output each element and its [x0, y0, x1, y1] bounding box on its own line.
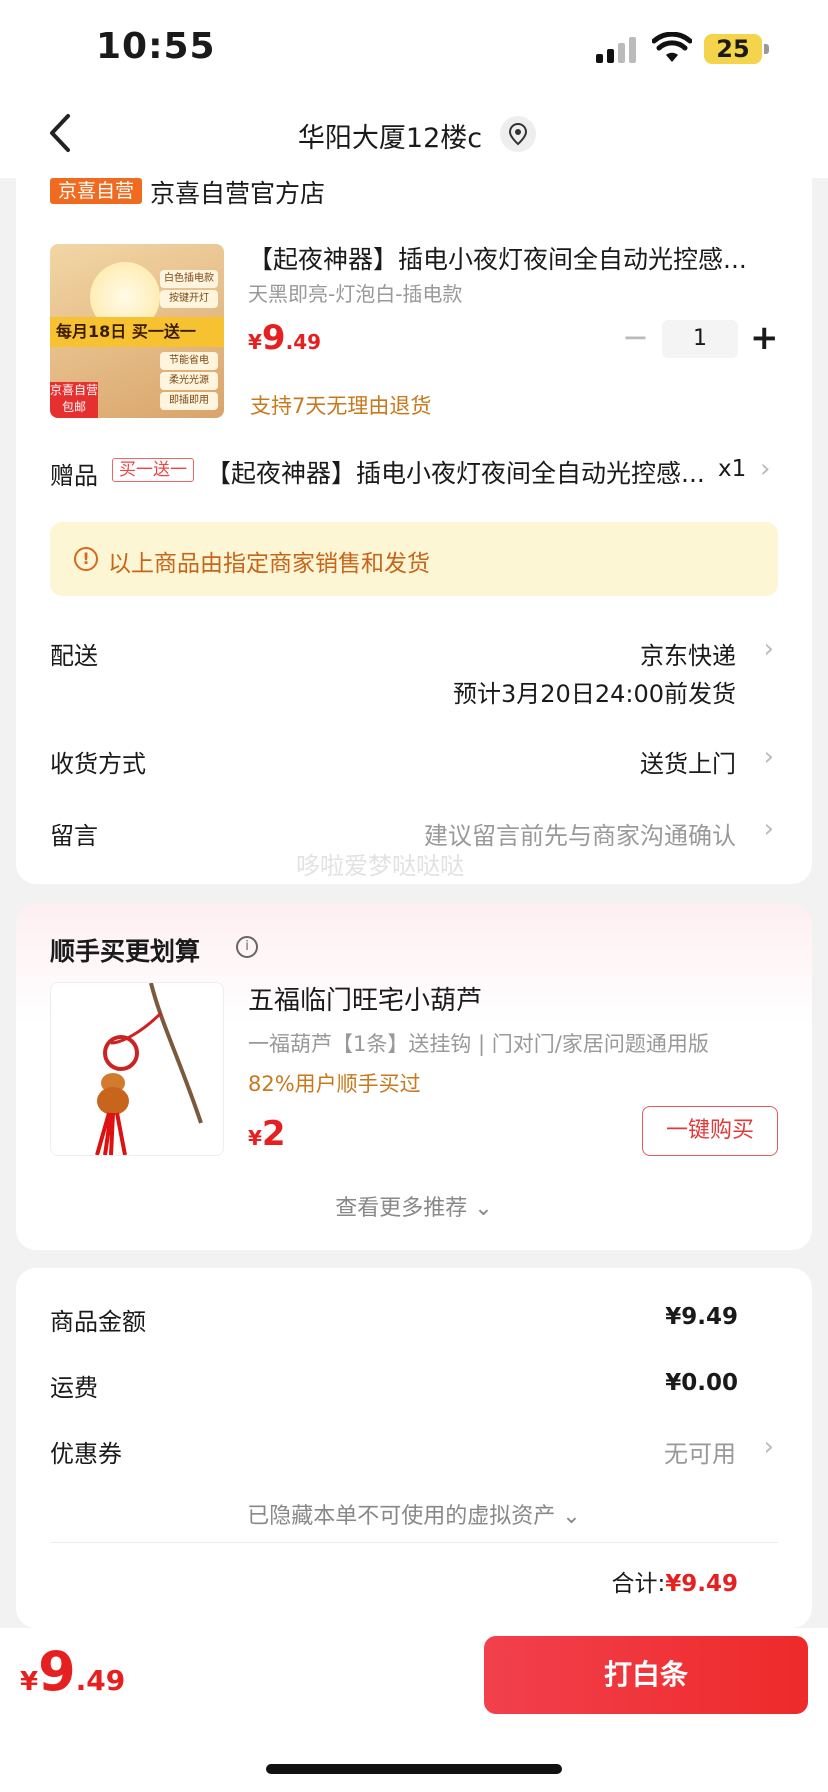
price-decimal: .49: [75, 1664, 126, 1697]
address-text: 华阳大厦12楼c: [297, 123, 483, 154]
shipping-fee-label: 运费: [50, 1374, 98, 1402]
currency-symbol: ¥: [248, 330, 262, 354]
order-total: 合计:¥9.49: [611, 1564, 738, 1598]
price-integer: 9: [38, 1640, 76, 1703]
coupon-label: 优惠券: [50, 1440, 122, 1468]
image-badge: 按键开灯: [160, 290, 218, 308]
info-icon[interactable]: i: [236, 936, 258, 958]
wifi-icon: [652, 32, 692, 62]
currency-symbol: ¥: [248, 1126, 262, 1150]
product-price: ¥9.49: [248, 318, 321, 358]
price-integer: 9: [261, 318, 286, 358]
store-badge: 京喜自营: [50, 178, 143, 204]
chevron-right-icon[interactable]: ›: [764, 742, 774, 772]
battery-icon: 25: [704, 34, 762, 64]
image-badge: 即插即用: [160, 392, 218, 410]
return-policy: 支持7天无理由退货: [250, 394, 432, 418]
total-label: 合计:: [611, 1571, 666, 1597]
battery-tip: [764, 44, 769, 54]
message-input[interactable]: 建议留言前先与商家沟通确认: [424, 816, 736, 851]
address-title[interactable]: 华阳大厦12楼c: [0, 116, 828, 155]
recommendation-price: ¥2: [248, 1114, 286, 1154]
image-ship-tag: 京喜自营 包邮: [50, 382, 98, 418]
recommendation-title: 顺手买更划算: [50, 937, 201, 966]
gift-label: 赠品: [50, 462, 98, 490]
price-integer: 2: [261, 1114, 286, 1154]
currency-symbol: ¥: [20, 1667, 39, 1697]
quantity-input[interactable]: 1: [662, 320, 738, 358]
gourd-tassel-illustration: [95, 983, 203, 1155]
watermark: 哆啦爱梦哒哒哒: [296, 852, 464, 880]
chevron-right-icon[interactable]: ›: [760, 454, 770, 484]
image-badge: 白色插电款: [160, 270, 218, 288]
recommendation-spec[interactable]: 一福葫芦【1条】送挂钩 | 门对门/家居问题通用版: [248, 1028, 778, 1058]
see-more-recommendations[interactable]: 查看更多推荐 ⌄: [0, 1190, 828, 1222]
status-time: 10:55: [96, 26, 216, 67]
coupon-value[interactable]: 无可用: [664, 1434, 736, 1469]
seller-notice-text: 以上商品由指定商家销售和发货: [108, 551, 430, 577]
delivery-estimate: 预计3月20日24:00前发货: [453, 680, 736, 708]
delivery-label: 配送: [50, 642, 98, 670]
receive-method-label: 收货方式: [50, 750, 146, 778]
price-decimal: .49: [285, 330, 322, 354]
recommendation-social-proof: 82%用户顺手买过: [248, 1072, 421, 1096]
store-name[interactable]: 京喜自营官方店: [150, 174, 325, 210]
product-spec[interactable]: 天黑即亮-灯泡白-插电款: [248, 278, 462, 307]
quantity-plus-button[interactable]: +: [750, 320, 779, 358]
home-indicator[interactable]: [266, 1764, 562, 1774]
gift-quantity: x1: [714, 456, 747, 482]
image-badge: 柔光光源: [160, 372, 218, 390]
goods-amount-label: 商品金额: [50, 1308, 146, 1336]
info-icon: !: [74, 547, 98, 571]
recommendation-name[interactable]: 五福临门旺宅小葫芦: [248, 980, 482, 1017]
cellular-signal-icon: [596, 37, 636, 63]
divider: [50, 1542, 778, 1543]
shipping-fee-value: ¥0.00: [665, 1370, 738, 1396]
message-label: 留言: [50, 822, 98, 850]
quantity-minus-button[interactable]: −: [622, 321, 649, 353]
checkout-price: ¥9.49: [20, 1640, 125, 1703]
hidden-assets-toggle[interactable]: 已隐藏本单不可使用的虚拟资产 ⌄: [0, 1498, 828, 1530]
gift-title[interactable]: 【起夜神器】插电小夜灯夜间全自动光控感...: [206, 454, 736, 490]
recommendation-image[interactable]: [50, 982, 224, 1156]
image-badge: 节能省电: [160, 352, 218, 370]
location-pin-icon[interactable]: [500, 116, 536, 152]
chevron-right-icon[interactable]: ›: [764, 634, 774, 664]
one-click-buy-button[interactable]: 一键购买: [642, 1106, 778, 1156]
total-value: ¥9.49: [665, 1571, 738, 1597]
chevron-right-icon[interactable]: ›: [764, 814, 774, 844]
product-image[interactable]: 白色插电款 按键开灯 每月18日 买一送一 节能省电 柔光光源 即插即用 京喜自…: [50, 244, 224, 418]
receive-method-value[interactable]: 送货上门: [640, 744, 736, 779]
pay-button[interactable]: 打白条: [484, 1636, 808, 1714]
image-promo-band: 每月18日 买一送一: [50, 317, 224, 347]
delivery-carrier[interactable]: 京东快递: [640, 636, 736, 671]
product-title[interactable]: 【起夜神器】插电小夜灯夜间全自动光控感...: [248, 240, 768, 276]
gift-tag: 买一送一: [112, 458, 194, 482]
goods-amount-value: ¥9.49: [665, 1304, 738, 1330]
chevron-right-icon[interactable]: ›: [764, 1432, 774, 1462]
